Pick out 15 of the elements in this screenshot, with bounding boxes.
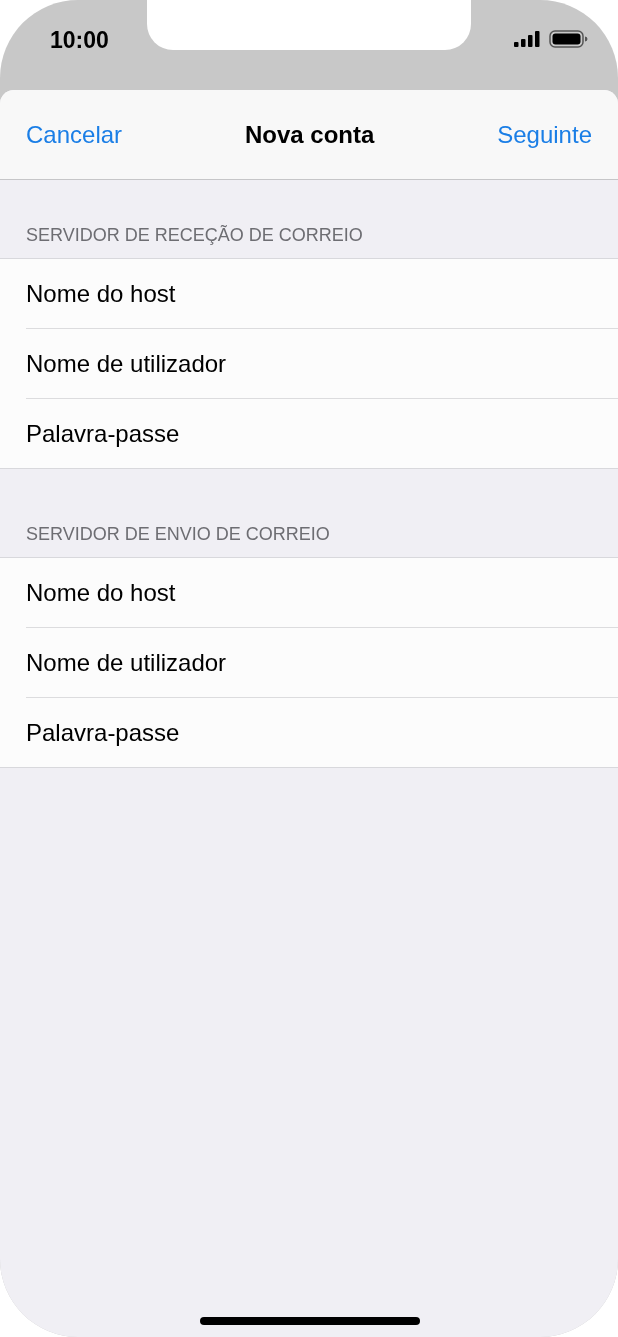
cancel-button[interactable]: Cancelar [26,120,123,149]
home-indicator[interactable] [200,1317,420,1325]
field-label[interactable]: Nome do host [26,279,176,308]
next-button[interactable]: Seguinte [497,120,592,149]
field-label[interactable]: Nome do host [26,578,176,607]
field-label[interactable]: Palavra-passe [26,718,180,747]
field-label[interactable]: Nome de utilizador [26,648,227,677]
field-label[interactable]: Palavra-passe [26,419,180,448]
section-header: SERVIDOR DE RECEÇÃO DE CORREIO [26,225,363,246]
screen-title: Nova conta [244,120,375,149]
status-time: 10:00 [50,27,109,54]
field-label[interactable]: Nome de utilizador [26,349,227,378]
battery-icon [549,30,588,48]
section-header: SERVIDOR DE ENVIO DE CORREIO [26,524,330,545]
signal-icon [514,31,540,47]
